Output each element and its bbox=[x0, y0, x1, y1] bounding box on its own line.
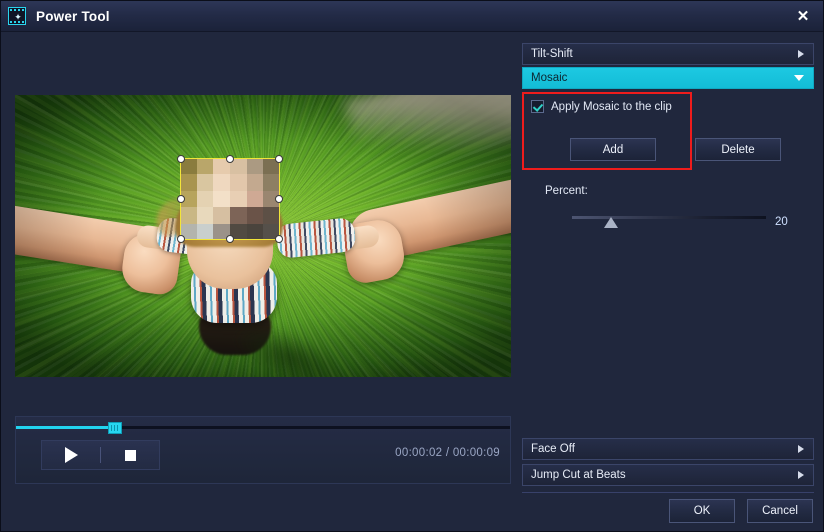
percent-label: Percent: bbox=[545, 185, 588, 197]
dialog-footer: OK Cancel bbox=[669, 499, 813, 523]
section-mosaic[interactable]: Mosaic bbox=[522, 67, 814, 89]
chevron-right-icon bbox=[798, 445, 804, 453]
mosaic-selection-box[interactable] bbox=[177, 155, 283, 243]
section-jump-cut-at-beats[interactable]: Jump Cut at Beats bbox=[522, 464, 814, 486]
close-icon[interactable]: ✕ bbox=[781, 1, 823, 30]
section-tilt-shift-label: Tilt-Shift bbox=[531, 48, 573, 60]
video-preview[interactable] bbox=[15, 95, 511, 377]
resize-handle-sw[interactable] bbox=[177, 235, 185, 243]
chevron-down-icon bbox=[794, 75, 804, 81]
timeline-progress bbox=[16, 426, 115, 429]
apply-mosaic-label: Apply Mosaic to the clip bbox=[551, 100, 672, 113]
section-mosaic-label: Mosaic bbox=[531, 72, 568, 84]
section-tilt-shift[interactable]: Tilt-Shift bbox=[522, 43, 814, 65]
percent-slider-thumb[interactable] bbox=[603, 217, 618, 228]
resize-handle-se[interactable] bbox=[275, 235, 283, 243]
timeline-track[interactable] bbox=[16, 426, 510, 429]
apply-mosaic-checkbox[interactable] bbox=[531, 100, 544, 113]
section-face-off-label: Face Off bbox=[531, 443, 575, 455]
resize-handle-w[interactable] bbox=[177, 195, 185, 203]
resize-handle-nw[interactable] bbox=[177, 155, 185, 163]
cancel-button[interactable]: Cancel bbox=[747, 499, 813, 523]
preview-scene bbox=[15, 95, 511, 377]
play-icon bbox=[64, 447, 78, 463]
section-jump-cut-label: Jump Cut at Beats bbox=[531, 469, 626, 481]
percent-value: 20 bbox=[775, 216, 788, 228]
stop-icon bbox=[124, 449, 136, 461]
ok-button[interactable]: OK bbox=[669, 499, 735, 523]
resize-handle-n[interactable] bbox=[226, 155, 234, 163]
resize-handle-e[interactable] bbox=[275, 195, 283, 203]
resize-handle-s[interactable] bbox=[226, 235, 234, 243]
play-button[interactable] bbox=[42, 441, 100, 469]
playback-controls bbox=[41, 440, 160, 470]
apply-mosaic-checkbox-row[interactable]: Apply Mosaic to the clip bbox=[531, 100, 672, 113]
resize-handle-ne[interactable] bbox=[275, 155, 283, 163]
delete-button[interactable]: Delete bbox=[695, 138, 781, 161]
stop-button[interactable] bbox=[101, 441, 159, 469]
chevron-right-icon bbox=[798, 50, 804, 58]
window-title: Power Tool bbox=[36, 8, 110, 24]
title-bar: ✦ Power Tool ✕ bbox=[1, 1, 823, 32]
section-face-off[interactable]: Face Off bbox=[522, 438, 814, 460]
footer-divider bbox=[522, 492, 814, 493]
power-tool-dialog: ✦ Power Tool ✕ 00:00:02 / 00:00:09 Tilt-… bbox=[0, 0, 824, 532]
effects-panel-bottom: Face Off Jump Cut at Beats bbox=[522, 438, 814, 490]
timecode-display: 00:00:02 / 00:00:09 bbox=[395, 447, 500, 459]
transport-bar: 00:00:02 / 00:00:09 bbox=[15, 416, 511, 484]
film-wand-icon: ✦ bbox=[8, 7, 26, 25]
chevron-right-icon bbox=[798, 471, 804, 479]
wand-glyph: ✦ bbox=[14, 12, 22, 22]
timeline-scrubber[interactable] bbox=[107, 422, 122, 434]
effects-panel: Tilt-Shift Mosaic Apply Mosaic to the cl… bbox=[522, 43, 814, 228]
percent-slider-track[interactable] bbox=[572, 216, 766, 219]
add-button[interactable]: Add bbox=[570, 138, 656, 161]
